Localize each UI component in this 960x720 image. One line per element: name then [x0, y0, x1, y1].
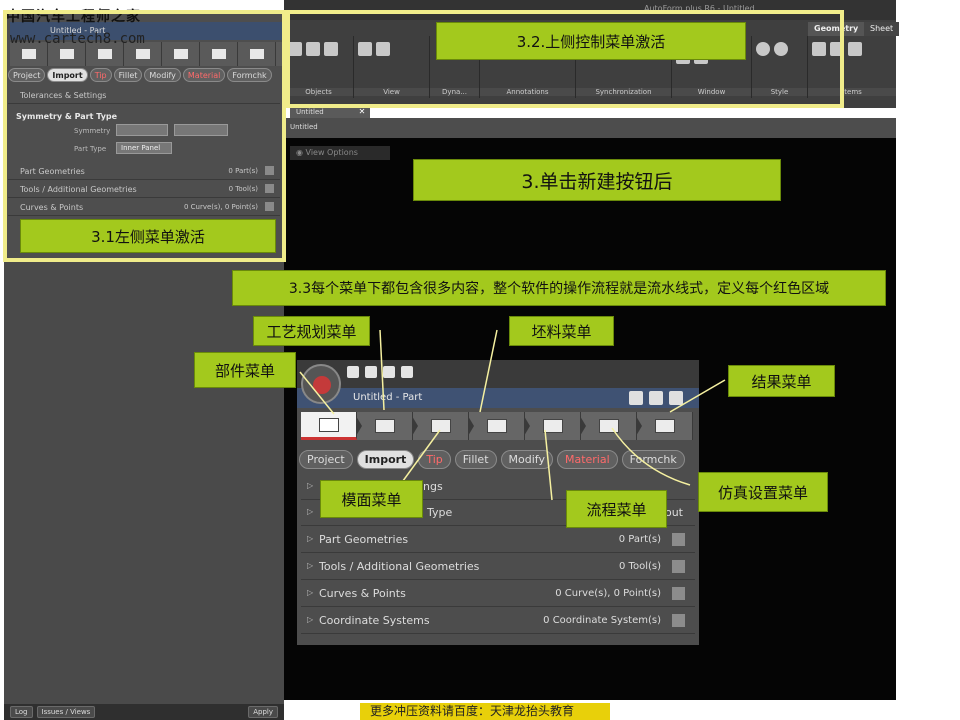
pin-icon[interactable] — [669, 391, 683, 405]
callout-blank-menu: 坯料菜单 — [509, 316, 614, 346]
die-face-icon — [430, 419, 451, 433]
callout-top-menu: 3.2.上侧控制菜单激活 — [436, 22, 746, 60]
screenshot-stage: Untitled - Part Project Import Tip Fille… — [0, 0, 960, 720]
zoom-process-bar — [301, 412, 693, 440]
logo-mark-icon — [313, 376, 331, 394]
zoom-tab-modify[interactable]: Modify — [500, 450, 553, 469]
zoom-row-coordinate-systems-count: 0 Coordinate System(s) — [543, 615, 661, 626]
redo-icon[interactable] — [383, 366, 395, 378]
callout-process-menu: 流程菜单 — [566, 490, 667, 528]
callout-process-plan-menu: 工艺规划菜单 — [253, 316, 370, 346]
zoom-row-coordinate-systems-label: Coordinate Systems — [319, 614, 430, 627]
zoom-row-tools-checkbox[interactable] — [672, 560, 685, 573]
step-process[interactable] — [525, 412, 586, 440]
monitor-icon — [598, 419, 619, 433]
zoom-tab-formchk[interactable]: Formchk — [621, 450, 685, 469]
footer-note: 更多冲压资料请百度：天津龙抬头教育 — [360, 703, 610, 720]
blank-icon — [486, 419, 507, 433]
zoom-row-curves-count: 0 Curve(s), 0 Point(s) — [555, 588, 661, 599]
view-options-label: View Options — [305, 148, 358, 157]
zoom-quick-toolbar — [297, 360, 699, 388]
callout-simulation-setup-menu: 仿真设置菜单 — [698, 472, 828, 512]
view-options-button[interactable]: ◉ View Options — [290, 146, 390, 160]
issues-views-button[interactable]: Issues / Views — [36, 706, 96, 718]
zoom-row-curves[interactable]: ▷ Curves & Points 0 Curve(s), 0 Point(s) — [301, 581, 695, 607]
zoom-row-tools[interactable]: ▷ Tools / Additional Geometries 0 Tool(s… — [301, 554, 695, 580]
print-icon[interactable] — [401, 366, 413, 378]
result-icon — [654, 419, 675, 433]
zoom-tab-project[interactable]: Project — [299, 450, 353, 469]
zoom-row-part-geometries[interactable]: ▷ Part Geometries 0 Part(s) — [301, 527, 695, 553]
apply-button[interactable]: Apply — [248, 706, 278, 718]
expand-arrow-icon: ▷ — [307, 507, 314, 516]
log-button[interactable]: Log — [10, 706, 33, 718]
save-icon[interactable] — [347, 366, 359, 378]
checklist-icon[interactable] — [649, 391, 663, 405]
quick-access-icons — [347, 366, 413, 378]
part-icon — [318, 417, 339, 432]
expand-arrow-icon: ▷ — [307, 481, 314, 490]
zoom-titlebar: Untitled - Part — [297, 388, 699, 408]
callout-die-face-menu: 模面菜单 — [320, 480, 423, 518]
undo-icon[interactable] — [365, 366, 377, 378]
zoom-row-tolerances-label: ngs — [423, 480, 443, 493]
zoom-row-part-geometries-checkbox[interactable] — [672, 533, 685, 546]
step-blank[interactable] — [469, 412, 530, 440]
info-icon[interactable] — [629, 391, 643, 405]
callout-left-menu: 3.1左侧菜单激活 — [20, 219, 276, 253]
ribbon-tab-sheet[interactable]: Sheet — [864, 22, 900, 36]
step-die-face[interactable] — [413, 412, 474, 440]
zoom-tab-material[interactable]: Material — [556, 450, 618, 469]
callout-description: 3.3每个菜单下都包含很多内容，整个软件的操作流程就是流水线式，定义每个红色区域 — [232, 270, 886, 306]
zoom-row-coordinate-systems[interactable]: ▷ Coordinate Systems 0 Coordinate System… — [301, 608, 695, 634]
app-logo[interactable] — [301, 364, 341, 404]
items-icon-c[interactable] — [848, 42, 862, 56]
zoom-row-curves-label: Curves & Points — [319, 587, 406, 600]
zoom-row-coordinate-systems-checkbox[interactable] — [672, 614, 685, 627]
process-plan-icon — [374, 419, 395, 433]
expand-arrow-icon: ▷ — [307, 615, 314, 624]
callout-new-button: 3.单击新建按钮后 — [413, 159, 781, 201]
document-bar: Untitled — [284, 118, 896, 138]
zoom-row-part-geometries-label: Part Geometries — [319, 533, 409, 546]
expand-arrow-icon: ▷ — [307, 588, 314, 597]
step-simulation[interactable] — [581, 412, 642, 440]
zoom-tab-tip[interactable]: Tip — [418, 450, 451, 469]
zoom-row-tools-label: Tools / Additional Geometries — [319, 560, 480, 573]
zoom-title: Untitled - Part — [353, 392, 423, 403]
zoom-tab-import[interactable]: Import — [356, 450, 415, 469]
expand-arrow-icon: ▷ — [307, 561, 314, 570]
expand-arrow-icon: ▷ — [307, 534, 314, 543]
zoom-tab-row: Project Import Tip Fillet Modify Materia… — [299, 450, 697, 470]
callout-part-menu: 部件菜单 — [194, 352, 296, 388]
callout-result-menu: 结果菜单 — [728, 365, 835, 397]
step-part[interactable] — [301, 412, 362, 440]
zoom-row-symmetry-label: Type — [427, 506, 453, 519]
process-icon — [542, 419, 563, 433]
zoom-row-symmetry-right: out — [664, 506, 683, 519]
zoom-row-part-geometries-count: 0 Part(s) — [618, 534, 661, 545]
step-result[interactable] — [637, 412, 693, 440]
zoom-row-tools-count: 0 Tool(s) — [619, 561, 661, 572]
zoom-row-curves-checkbox[interactable] — [672, 587, 685, 600]
zoom-tab-fillet[interactable]: Fillet — [454, 450, 497, 469]
left-bottom-bar: Log Issues / Views Apply — [4, 704, 284, 720]
step-process-plan[interactable] — [357, 412, 418, 440]
eye-icon: ◉ — [296, 148, 306, 157]
